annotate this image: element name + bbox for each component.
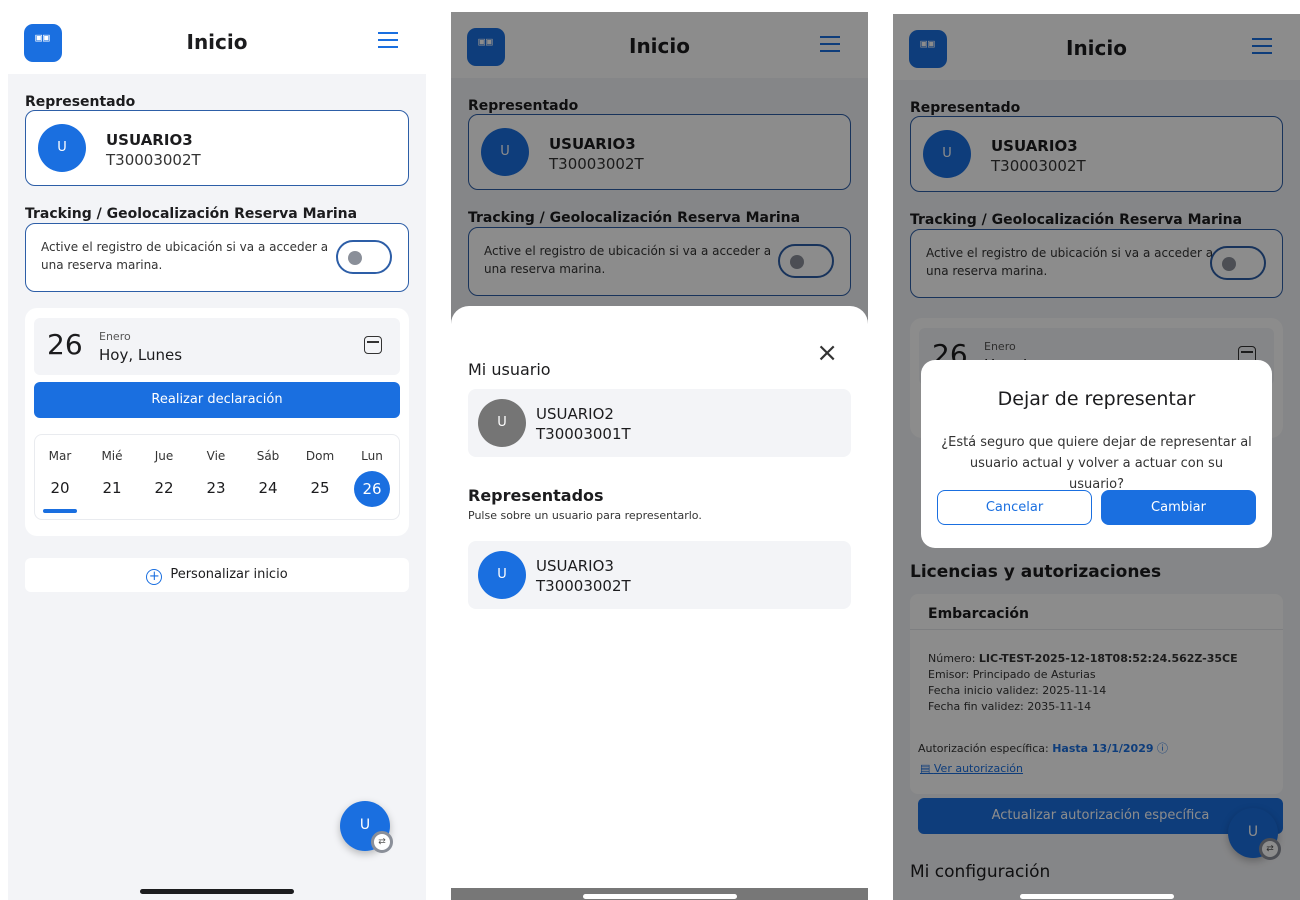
user-name: USUARIO3 <box>106 131 193 149</box>
page-title: Inicio <box>186 30 248 54</box>
swap-icon: ⇄ <box>371 831 393 853</box>
user-nif: T30003002T <box>536 577 631 595</box>
date-card: 26 Enero Hoy, Lunes Realizar declaración… <box>25 308 409 536</box>
calendar-icon[interactable] <box>364 336 382 354</box>
today-number: 26 <box>47 328 83 361</box>
avatar: U <box>478 399 526 447</box>
represented-list-title: Representados <box>468 486 604 505</box>
confirm-change-button[interactable]: Cambiar <box>1101 490 1256 525</box>
today-label: Hoy, Lunes <box>99 346 183 364</box>
screen-stop-representing: ▣▣ Inicio Representado U USUARIO3 T30003… <box>893 14 1300 900</box>
home-indicator <box>582 894 737 899</box>
user-nif: T30003002T <box>106 151 201 169</box>
represented-hint: Pulse sobre un usuario para representarl… <box>468 509 702 522</box>
app-header: ▣▣ Inicio <box>8 8 426 74</box>
today-box: 26 Enero Hoy, Lunes <box>34 318 400 375</box>
my-user-row[interactable]: U USUARIO2 T30003001T <box>468 389 851 457</box>
tracking-toggle[interactable] <box>336 240 392 274</box>
dialog-title: Dejar de representar <box>997 388 1196 410</box>
cancel-button[interactable]: Cancelar <box>937 490 1092 525</box>
customize-home-button[interactable]: + Personalizar inicio <box>25 558 409 592</box>
represented-user-card[interactable]: U USUARIO3 T30003002T <box>25 110 409 186</box>
user-name: USUARIO3 <box>536 557 614 575</box>
home-indicator <box>140 889 294 894</box>
avatar: U <box>478 551 526 599</box>
represented-section-title: Representado <box>25 94 136 110</box>
avatar: U <box>38 124 86 172</box>
dialog-text: ¿Está seguro que quiere dejar de represe… <box>941 435 1252 492</box>
represented-user-row[interactable]: U USUARIO3 T30003002T <box>468 541 851 609</box>
week-strip: Mar 20 Mié 21 Jue 22 Vie 23 Sáb 24 Dom 25 Lun 2… <box>34 434 400 520</box>
user-nif: T30003001T <box>536 425 631 443</box>
user-selection-sheet: × Mi usuario U USUARIO2 T30003001T Repre… <box>451 306 868 900</box>
user-name: USUARIO2 <box>536 405 614 423</box>
switch-user-fab[interactable]: U ⇄ <box>340 801 393 853</box>
plus-icon: + <box>146 569 163 585</box>
tracking-section-title: Tracking / Geolocalización Reserva Marin… <box>25 206 358 222</box>
screen-user-sheet: ▣▣ Inicio Representado U USUARIO3 T30003… <box>451 12 868 900</box>
today-month: Enero <box>99 330 131 343</box>
tracking-text: Active el registro de ubicación si va a … <box>41 240 329 272</box>
menu-icon[interactable] <box>378 32 398 48</box>
tracking-card: Active el registro de ubicación si va a … <box>25 223 409 292</box>
declare-button[interactable]: Realizar declaración <box>34 382 400 418</box>
home-indicator <box>1019 894 1174 899</box>
stop-representing-dialog: Dejar de representar ¿Está seguro que qu… <box>921 360 1272 548</box>
my-user-title: Mi usuario <box>468 360 551 379</box>
selected-day-indicator <box>43 509 77 513</box>
close-icon[interactable]: × <box>816 338 838 368</box>
screen-home: ▣▣ Inicio Representado U USUARIO3 T30003… <box>8 8 426 900</box>
